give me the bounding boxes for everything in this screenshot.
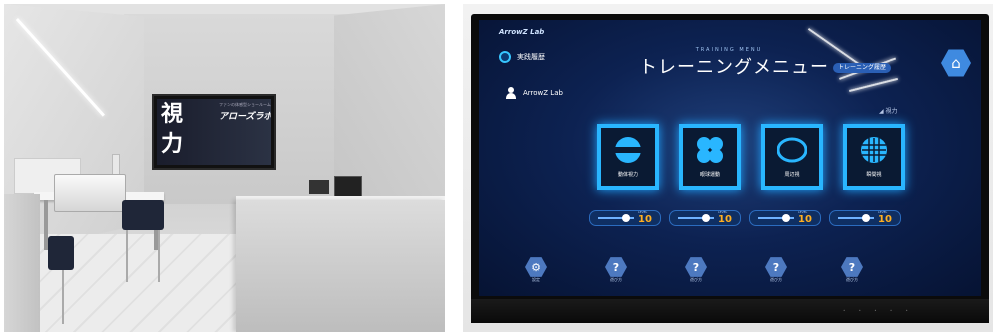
tv-tagline: ファンの体感型ショールーム — [219, 102, 271, 107]
tile-eye-movement[interactable]: 眼球運動 — [679, 124, 741, 190]
partition-left — [4, 194, 40, 332]
help-button[interactable]: ? — [765, 257, 787, 277]
tv-screen: 視 力 ファンの体感型ショールーム アローズラボ — [157, 99, 271, 165]
help-button[interactable]: ? — [605, 257, 627, 277]
settings-button[interactable]: ⚙ — [525, 257, 547, 277]
slider-knob[interactable] — [862, 214, 870, 222]
level-slider[interactable]: LEVEL 10 — [589, 210, 661, 226]
vision-device — [54, 174, 126, 212]
monitor-photo: ArrowZ Lab TRAINING MENU トレーニングメニュー 実践履歴… — [463, 4, 993, 332]
partition-wall — [236, 200, 445, 332]
tv-kanji-top: 視 — [161, 101, 184, 127]
level-value: 10 — [878, 214, 892, 225]
instant-vision-icon — [859, 135, 889, 165]
slider-knob[interactable] — [622, 214, 630, 222]
user-icon — [505, 87, 517, 99]
kinetic-vision-icon — [613, 135, 643, 165]
level-slider[interactable]: LEVEL 10 — [829, 210, 901, 226]
chair-leg — [62, 270, 64, 324]
level-slider[interactable]: LEVEL 10 — [669, 210, 741, 226]
tile-label: 動体視力 — [617, 172, 638, 178]
level-value: 10 — [638, 214, 652, 225]
showroom-photo: 視 力 ファンの体感型ショールーム アローズラボ — [4, 4, 445, 332]
chair — [48, 236, 74, 270]
help-button[interactable]: ? — [685, 257, 707, 277]
help-label: 遊び方 — [690, 277, 702, 282]
tile-instant-vision[interactable]: 瞬間視 — [843, 124, 905, 190]
side-item-record[interactable]: 実践履歴 — [499, 51, 545, 63]
help-label: 遊び方 — [610, 277, 622, 282]
tile-kinetic-vision[interactable]: 動体視力 — [597, 124, 659, 190]
tv-brand-logo: アローズラボ — [219, 112, 271, 122]
chair-leg — [158, 230, 160, 282]
small-monitor — [334, 176, 362, 198]
eye-movement-icon — [695, 135, 725, 165]
help-icon: ? — [848, 260, 856, 274]
side-item-label: ArrowZ Lab — [523, 89, 563, 97]
tile-label: 眼球運動 — [699, 172, 720, 178]
level-value: 10 — [798, 214, 812, 225]
slider-knob[interactable] — [702, 214, 710, 222]
tile-label: 周辺視 — [784, 172, 800, 178]
help-icon: ? — [772, 260, 780, 274]
home-icon: ⌂ — [951, 54, 961, 72]
tv-kanji-bottom: 力 — [161, 131, 184, 157]
help-label: 遊び方 — [770, 277, 782, 282]
chair — [122, 200, 164, 230]
training-history-button[interactable]: トレーニング履歴 — [833, 63, 892, 73]
home-button[interactable]: ⌂ — [941, 49, 971, 77]
menu-title: トレーニングメニュー — [639, 57, 829, 78]
level-slider[interactable]: LEVEL 10 — [749, 210, 821, 226]
peripheral-vision-icon — [776, 135, 808, 165]
slider-knob[interactable] — [782, 214, 790, 222]
record-icon — [499, 51, 511, 63]
monitor-buttons[interactable]: • • • • • — [843, 308, 914, 313]
help-button[interactable]: ? — [841, 257, 863, 277]
glare — [849, 77, 898, 92]
tile-peripheral-vision[interactable]: 周辺視 — [761, 124, 823, 190]
help-icon: ? — [612, 260, 620, 274]
help-icon: ? — [692, 260, 700, 274]
side-item-user[interactable]: ArrowZ Lab — [505, 87, 563, 99]
side-item-label: 実践履歴 — [517, 53, 545, 61]
training-menu-screen: ArrowZ Lab TRAINING MENU トレーニングメニュー 実践履歴… — [479, 20, 981, 296]
help-label: 遊び方 — [846, 277, 858, 282]
tile-label: 瞬間視 — [866, 172, 882, 178]
chair-leg — [126, 230, 128, 282]
brand-logo: ArrowZ Lab — [499, 28, 545, 36]
settings-label: 設定 — [532, 277, 540, 282]
level-value: 10 — [718, 214, 732, 225]
wall-tv: 視 力 ファンの体感型ショールーム アローズラボ — [152, 94, 276, 170]
settings-icon: ⚙ — [531, 260, 541, 274]
small-box — [309, 180, 329, 194]
signal-indicator: ◢ 視力 — [879, 108, 898, 115]
